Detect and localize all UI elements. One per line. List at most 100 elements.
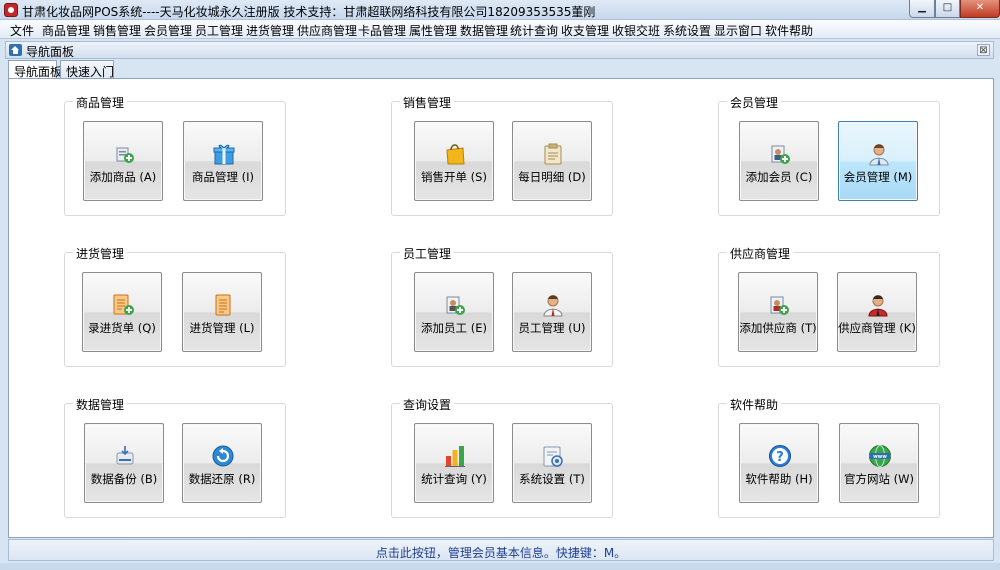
menu-cards[interactable]: 卡品管理 bbox=[356, 22, 408, 39]
menu-windows[interactable]: 显示窗口 bbox=[712, 22, 764, 39]
bar-chart-icon bbox=[445, 446, 465, 467]
add-member-button[interactable]: 添加会员 (C) bbox=[739, 121, 819, 201]
button-label: 统计查询 (Y) bbox=[421, 472, 487, 486]
button-label: 会员管理 (M) bbox=[843, 170, 913, 184]
group-title: 软件帮助 bbox=[727, 396, 782, 413]
data-backup-button[interactable]: 数据备份 (B) bbox=[84, 423, 164, 503]
enter-purchase-order-button[interactable]: 录进货单 (Q) bbox=[82, 272, 162, 352]
menu-data[interactable]: 数据管理 bbox=[458, 22, 510, 39]
button-label: 软件帮助 (H) bbox=[745, 472, 813, 486]
official-website-button[interactable]: www 官方网站 (W) bbox=[839, 423, 919, 503]
group-title: 商品管理 bbox=[73, 94, 128, 111]
close-window-button[interactable]: ✕ bbox=[960, 0, 1000, 18]
add-supplier-icon bbox=[770, 296, 789, 315]
group-title: 员工管理 bbox=[400, 245, 455, 262]
software-help-button[interactable]: ? 软件帮助 (H) bbox=[739, 423, 819, 503]
menu-settings[interactable]: 系统设置 bbox=[661, 22, 713, 39]
add-employee-button[interactable]: 添加员工 (E) bbox=[414, 272, 494, 352]
app-logo-icon bbox=[4, 3, 18, 17]
sales-order-button[interactable]: 销售开单 (S) bbox=[414, 121, 494, 201]
group-title: 会员管理 bbox=[727, 94, 782, 111]
button-label: 进货管理 (L) bbox=[189, 321, 255, 335]
restore-icon bbox=[212, 445, 234, 467]
group-title: 销售管理 bbox=[400, 94, 455, 111]
add-product-icon bbox=[116, 147, 134, 163]
system-settings-button[interactable]: 系统设置 (T) bbox=[512, 423, 592, 503]
button-label: 添加员工 (E) bbox=[421, 321, 487, 335]
purchase-management-button[interactable]: 进货管理 (L) bbox=[182, 272, 262, 352]
menu-attributes[interactable]: 属性管理 bbox=[407, 22, 459, 39]
panel-close-button[interactable]: ⊠ bbox=[977, 44, 990, 56]
group-title: 供应商管理 bbox=[727, 245, 794, 262]
group-purchase-management: 进货管理 录进货单 (Q) 进货管理 (L) bbox=[64, 245, 286, 367]
group-sales-management: 销售管理 销售开单 (S) 每日明细 (D) bbox=[391, 94, 613, 216]
tab-navigation-panel[interactable]: 导航面板 bbox=[8, 60, 62, 80]
backup-disk-icon bbox=[116, 446, 134, 465]
button-label: 数据备份 (B) bbox=[90, 472, 158, 486]
group-title: 数据管理 bbox=[73, 396, 128, 413]
navigation-panel-header: 导航面板 ⊠ bbox=[5, 41, 994, 59]
group-member-management: 会员管理 添加会员 (C) 会员管理 (M) bbox=[718, 94, 940, 216]
group-title: 查询设置 bbox=[400, 396, 455, 413]
button-label: 添加商品 (A) bbox=[89, 170, 157, 184]
status-hint-text: 点击此按钮，管理会员基本信息。快捷键：M。 bbox=[375, 546, 627, 560]
panel-title: 导航面板 bbox=[26, 45, 75, 59]
supplier-icon bbox=[868, 295, 888, 317]
title-bar: 甘肃化妆品网POS系统----天马化妆城永久注册版 技术支持：甘肃超联网络科技有… bbox=[0, 0, 1000, 20]
menu-employees[interactable]: 员工管理 bbox=[193, 22, 245, 39]
daily-detail-button[interactable]: 每日明细 (D) bbox=[512, 121, 592, 201]
data-restore-button[interactable]: 数据还原 (R) bbox=[182, 423, 262, 503]
add-purchase-order-icon bbox=[113, 294, 134, 315]
add-product-button[interactable]: 添加商品 (A) bbox=[83, 121, 163, 201]
supplier-management-button[interactable]: 供应商管理 (K) bbox=[837, 272, 917, 352]
menu-suppliers[interactable]: 供应商管理 bbox=[295, 22, 359, 39]
menu-statistics[interactable]: 统计查询 bbox=[508, 22, 560, 39]
maximize-button[interactable]: □ bbox=[935, 0, 960, 18]
group-employee-management: 员工管理 添加员工 (E) 员工管理 (U) bbox=[391, 245, 613, 367]
add-supplier-button[interactable]: 添加供应商 (T) bbox=[738, 272, 818, 352]
help-icon: ? bbox=[769, 445, 791, 467]
button-label: 系统设置 (T) bbox=[519, 472, 585, 486]
button-label: 数据还原 (R) bbox=[188, 472, 256, 486]
navigation-content: 商品管理 添加商品 (A) 商品管理 (I) 销售管理 销售开单 (S) 每日明… bbox=[8, 78, 994, 538]
menu-shift-handover[interactable]: 收银交班 bbox=[610, 22, 662, 39]
product-management-button[interactable]: 商品管理 (I) bbox=[183, 121, 263, 201]
svg-text:?: ? bbox=[776, 450, 784, 465]
window-title: 甘肃化妆品网POS系统----天马化妆城永久注册版 技术支持：甘肃超联网络科技有… bbox=[22, 5, 596, 19]
member-management-button[interactable]: 会员管理 (M) bbox=[838, 121, 918, 201]
group-product-management: 商品管理 添加商品 (A) 商品管理 (I) bbox=[64, 94, 286, 216]
menu-file[interactable]: 文件 bbox=[8, 22, 36, 39]
svg-text:www: www bbox=[873, 454, 887, 460]
button-label: 员工管理 (U) bbox=[518, 321, 586, 335]
gift-box-icon bbox=[213, 144, 235, 165]
statistics-query-button[interactable]: 统计查询 (Y) bbox=[414, 423, 494, 503]
minimize-button[interactable]: ▁ bbox=[909, 0, 935, 18]
group-data-management: 数据管理 数据备份 (B) 数据还原 (R) bbox=[64, 396, 286, 518]
settings-icon bbox=[543, 446, 563, 467]
employee-management-button[interactable]: 员工管理 (U) bbox=[512, 272, 592, 352]
add-employee-icon bbox=[446, 296, 465, 315]
menu-products[interactable]: 商品管理 bbox=[40, 22, 92, 39]
purchase-list-icon bbox=[215, 294, 231, 316]
clipboard-icon bbox=[544, 143, 562, 165]
button-label: 官方网站 (W) bbox=[844, 472, 914, 486]
window-bottom-edge bbox=[0, 563, 1000, 570]
menu-purchasing[interactable]: 进货管理 bbox=[244, 22, 296, 39]
button-label: 录进货单 (Q) bbox=[88, 321, 156, 335]
status-bar: 点击此按钮，管理会员基本信息。快捷键：M。 bbox=[8, 539, 994, 561]
menu-help[interactable]: 软件帮助 bbox=[763, 22, 815, 39]
menu-bar: 文件 商品管理 销售管理 会员管理 员工管理 进货管理 供应商管理 卡品管理 属… bbox=[0, 20, 1000, 39]
button-label: 供应商管理 (K) bbox=[838, 321, 916, 335]
menu-members[interactable]: 会员管理 bbox=[142, 22, 194, 39]
button-label: 添加会员 (C) bbox=[745, 170, 813, 184]
home-icon bbox=[9, 44, 22, 56]
button-label: 商品管理 (I) bbox=[191, 170, 255, 184]
group-supplier-management: 供应商管理 添加供应商 (T) 供应商管理 (K) bbox=[718, 245, 940, 367]
member-icon bbox=[869, 144, 889, 166]
button-label: 每日明细 (D) bbox=[518, 170, 586, 184]
menu-income[interactable]: 收支管理 bbox=[559, 22, 611, 39]
button-label: 添加供应商 (T) bbox=[739, 321, 817, 335]
group-title: 进货管理 bbox=[73, 245, 128, 262]
tab-quick-start[interactable]: 快速入门 bbox=[60, 60, 114, 79]
menu-sales[interactable]: 销售管理 bbox=[91, 22, 143, 39]
